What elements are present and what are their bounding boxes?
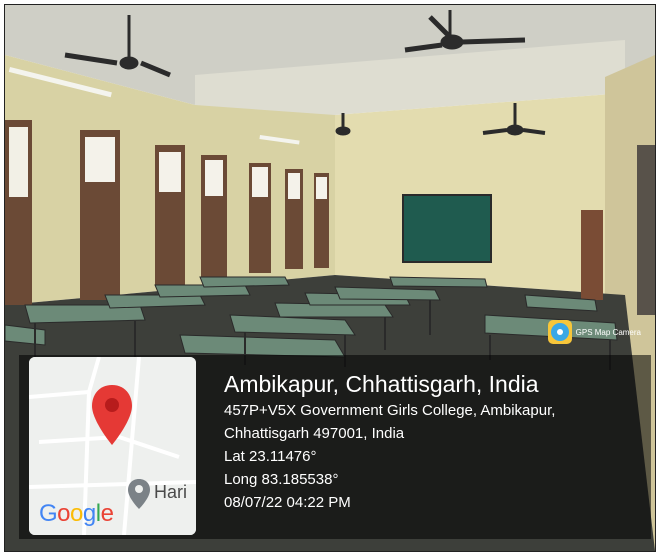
timestamp: 08/07/22 04:22 PM — [224, 494, 351, 511]
photo-frame: GPS Map Camera Google Hari Ambikapur, Ch… — [4, 4, 656, 552]
latitude: Lat 23.11476° — [224, 448, 317, 465]
city-line: Ambikapur, Chhattisgarh, India — [224, 371, 539, 397]
geo-tag-overlay: Google Hari Ambikapur, Chhattisgarh, Ind… — [19, 355, 651, 539]
gps-map-camera-icon — [547, 320, 572, 344]
longitude: Long 83.185538° — [224, 471, 339, 488]
gps-map-camera-badge: GPS Map Camera — [547, 320, 641, 344]
map-thumbnail: Google Hari — [29, 357, 196, 535]
address-line-2: Chhattisgarh 497001, India — [224, 425, 405, 442]
google-logo: Google — [39, 500, 114, 527]
location-info: Ambikapur, Chhattisgarh, India 457P+V5X … — [224, 369, 555, 514]
map-street-label: Hari — [154, 482, 188, 502]
address-line-1: 457P+V5X Government Girls College, Ambik… — [224, 402, 556, 419]
camera-app-label: GPS Map Camera — [575, 327, 641, 337]
